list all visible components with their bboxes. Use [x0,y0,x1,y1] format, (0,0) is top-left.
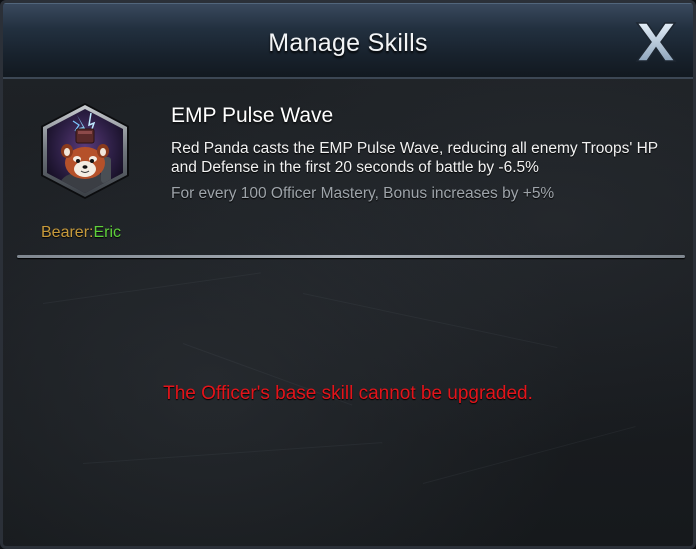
close-icon[interactable] [631,17,681,67]
section-divider [17,255,685,258]
upgrade-notice: The Officer's base skill cannot be upgra… [163,383,533,404]
dialog-header: Manage Skills [3,3,693,79]
manage-skills-dialog: Manage Skills Bearer:Eric EMP Pulse Wave… [0,0,696,549]
skill-card: Bearer:Eric EMP Pulse Wave Red Panda cas… [17,91,685,259]
texture-scratch [82,442,383,464]
bearer-line: Bearer:Eric [41,224,121,242]
texture-scratch [302,293,558,349]
red-panda-officer-icon [37,101,133,201]
texture-scratch [422,426,636,484]
skill-bonus-text: For every 100 Officer Mastery, Bonus inc… [171,185,555,202]
skill-name: EMP Pulse Wave [171,104,334,127]
bearer-name: Eric [93,224,122,241]
bearer-label: Bearer: [41,224,94,241]
texture-scratch [42,272,261,304]
skill-description: Red Panda casts the EMP Pulse Wave, redu… [171,140,658,176]
dialog-title: Manage Skills [268,29,428,57]
